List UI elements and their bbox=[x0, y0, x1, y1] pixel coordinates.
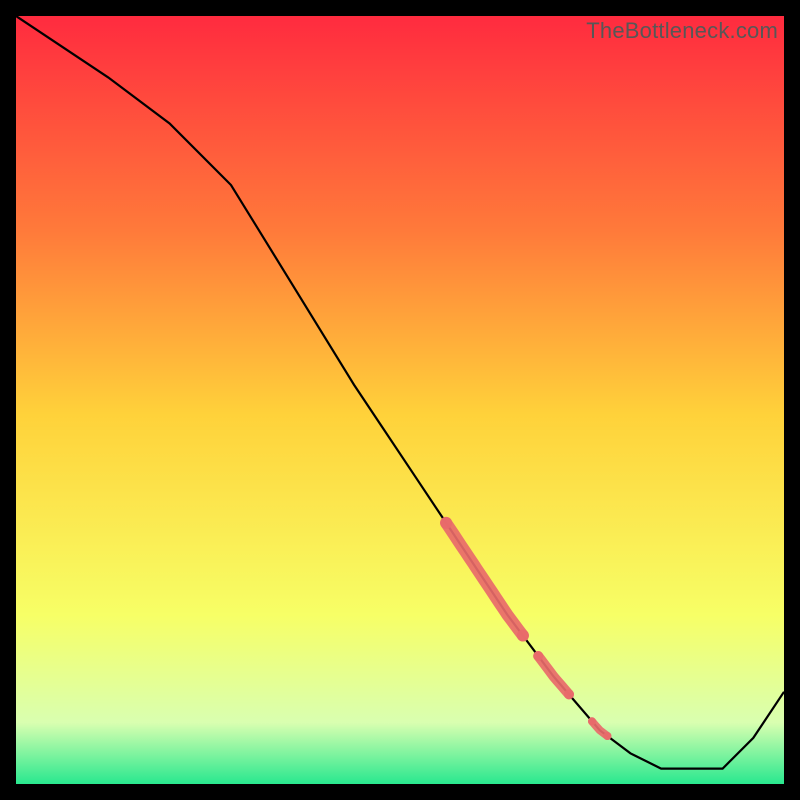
watermark-text: TheBottleneck.com bbox=[586, 18, 778, 44]
highlight-markers bbox=[440, 517, 611, 740]
bottleneck-curve-line bbox=[16, 16, 784, 769]
chart-svg bbox=[16, 16, 784, 784]
chart-frame: TheBottleneck.com bbox=[0, 0, 800, 800]
plot-area: TheBottleneck.com bbox=[16, 16, 784, 784]
